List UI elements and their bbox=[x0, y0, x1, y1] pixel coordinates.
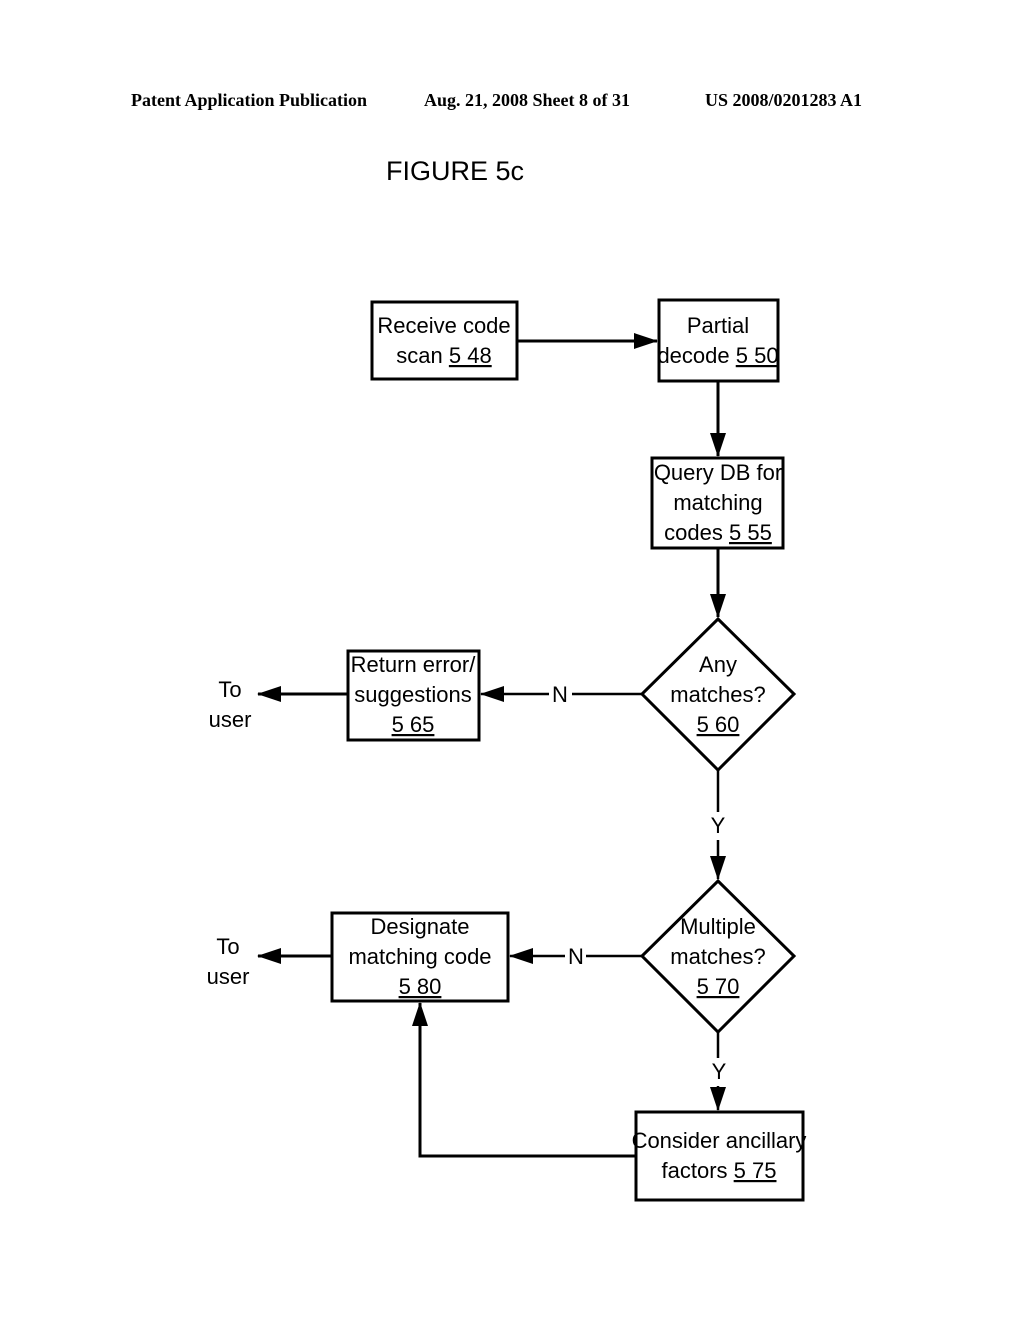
node-text: scan 5 48 bbox=[396, 343, 491, 368]
node-text: Partial bbox=[687, 313, 749, 338]
edge-label-yes: Y bbox=[711, 813, 726, 838]
node-text: factors 5 75 bbox=[662, 1158, 777, 1183]
node-text: Receive code bbox=[377, 313, 510, 338]
node-partial-decode: Partial decode 5 50 bbox=[657, 298, 780, 383]
edge-label-no: N bbox=[552, 682, 568, 707]
node-text: matching code bbox=[348, 944, 491, 969]
node-text: Any bbox=[699, 652, 737, 677]
terminal-to-user: user bbox=[209, 707, 252, 732]
node-designate-matching-code: Designate matching code 5 80 bbox=[330, 911, 510, 1003]
reference-number: 5 60 bbox=[697, 712, 740, 737]
reference-number: 5 75 bbox=[734, 1158, 777, 1183]
node-text: matching bbox=[673, 490, 762, 515]
terminal-to-user: user bbox=[207, 964, 250, 989]
node-text: Designate bbox=[370, 914, 469, 939]
decision-any-matches: Any matches? 5 60 bbox=[639, 616, 797, 773]
node-text: Return error/ bbox=[351, 652, 477, 677]
node-text: matches? bbox=[670, 944, 765, 969]
edge-consider-to-designate bbox=[412, 1002, 636, 1158]
decision-multiple-matches: Multiple matches? 5 70 bbox=[639, 878, 797, 1035]
reference-number: 5 48 bbox=[449, 343, 492, 368]
reference-number: 5 55 bbox=[729, 520, 772, 545]
node-text: codes 5 55 bbox=[664, 520, 772, 545]
reference-number: 5 80 bbox=[399, 974, 442, 999]
node-text: decode 5 50 bbox=[657, 343, 778, 368]
terminal-to-user: To bbox=[216, 934, 239, 959]
edge-label-no: N bbox=[568, 944, 584, 969]
node-return-error: Return error/ suggestions 5 65 bbox=[346, 649, 481, 742]
node-text: matches? bbox=[670, 682, 765, 707]
reference-number: 5 65 bbox=[392, 712, 435, 737]
terminal-to-user: To bbox=[218, 677, 241, 702]
node-text: Multiple bbox=[680, 914, 756, 939]
reference-number: 5 50 bbox=[736, 343, 779, 368]
node-text: Query DB for bbox=[654, 460, 782, 485]
node-text: Consider ancillary bbox=[632, 1128, 807, 1153]
edge-label-yes: Y bbox=[712, 1059, 727, 1084]
node-receive-code-scan: Receive code scan 5 48 bbox=[370, 300, 519, 381]
node-text: suggestions bbox=[354, 682, 471, 707]
node-query-db: Query DB for matching codes 5 55 bbox=[650, 456, 785, 550]
reference-number: 5 70 bbox=[697, 974, 740, 999]
flowchart: Receive code scan 5 48 Partial decode 5 … bbox=[207, 298, 807, 1202]
node-consider-ancillary-factors: Consider ancillary factors 5 75 bbox=[632, 1110, 807, 1202]
